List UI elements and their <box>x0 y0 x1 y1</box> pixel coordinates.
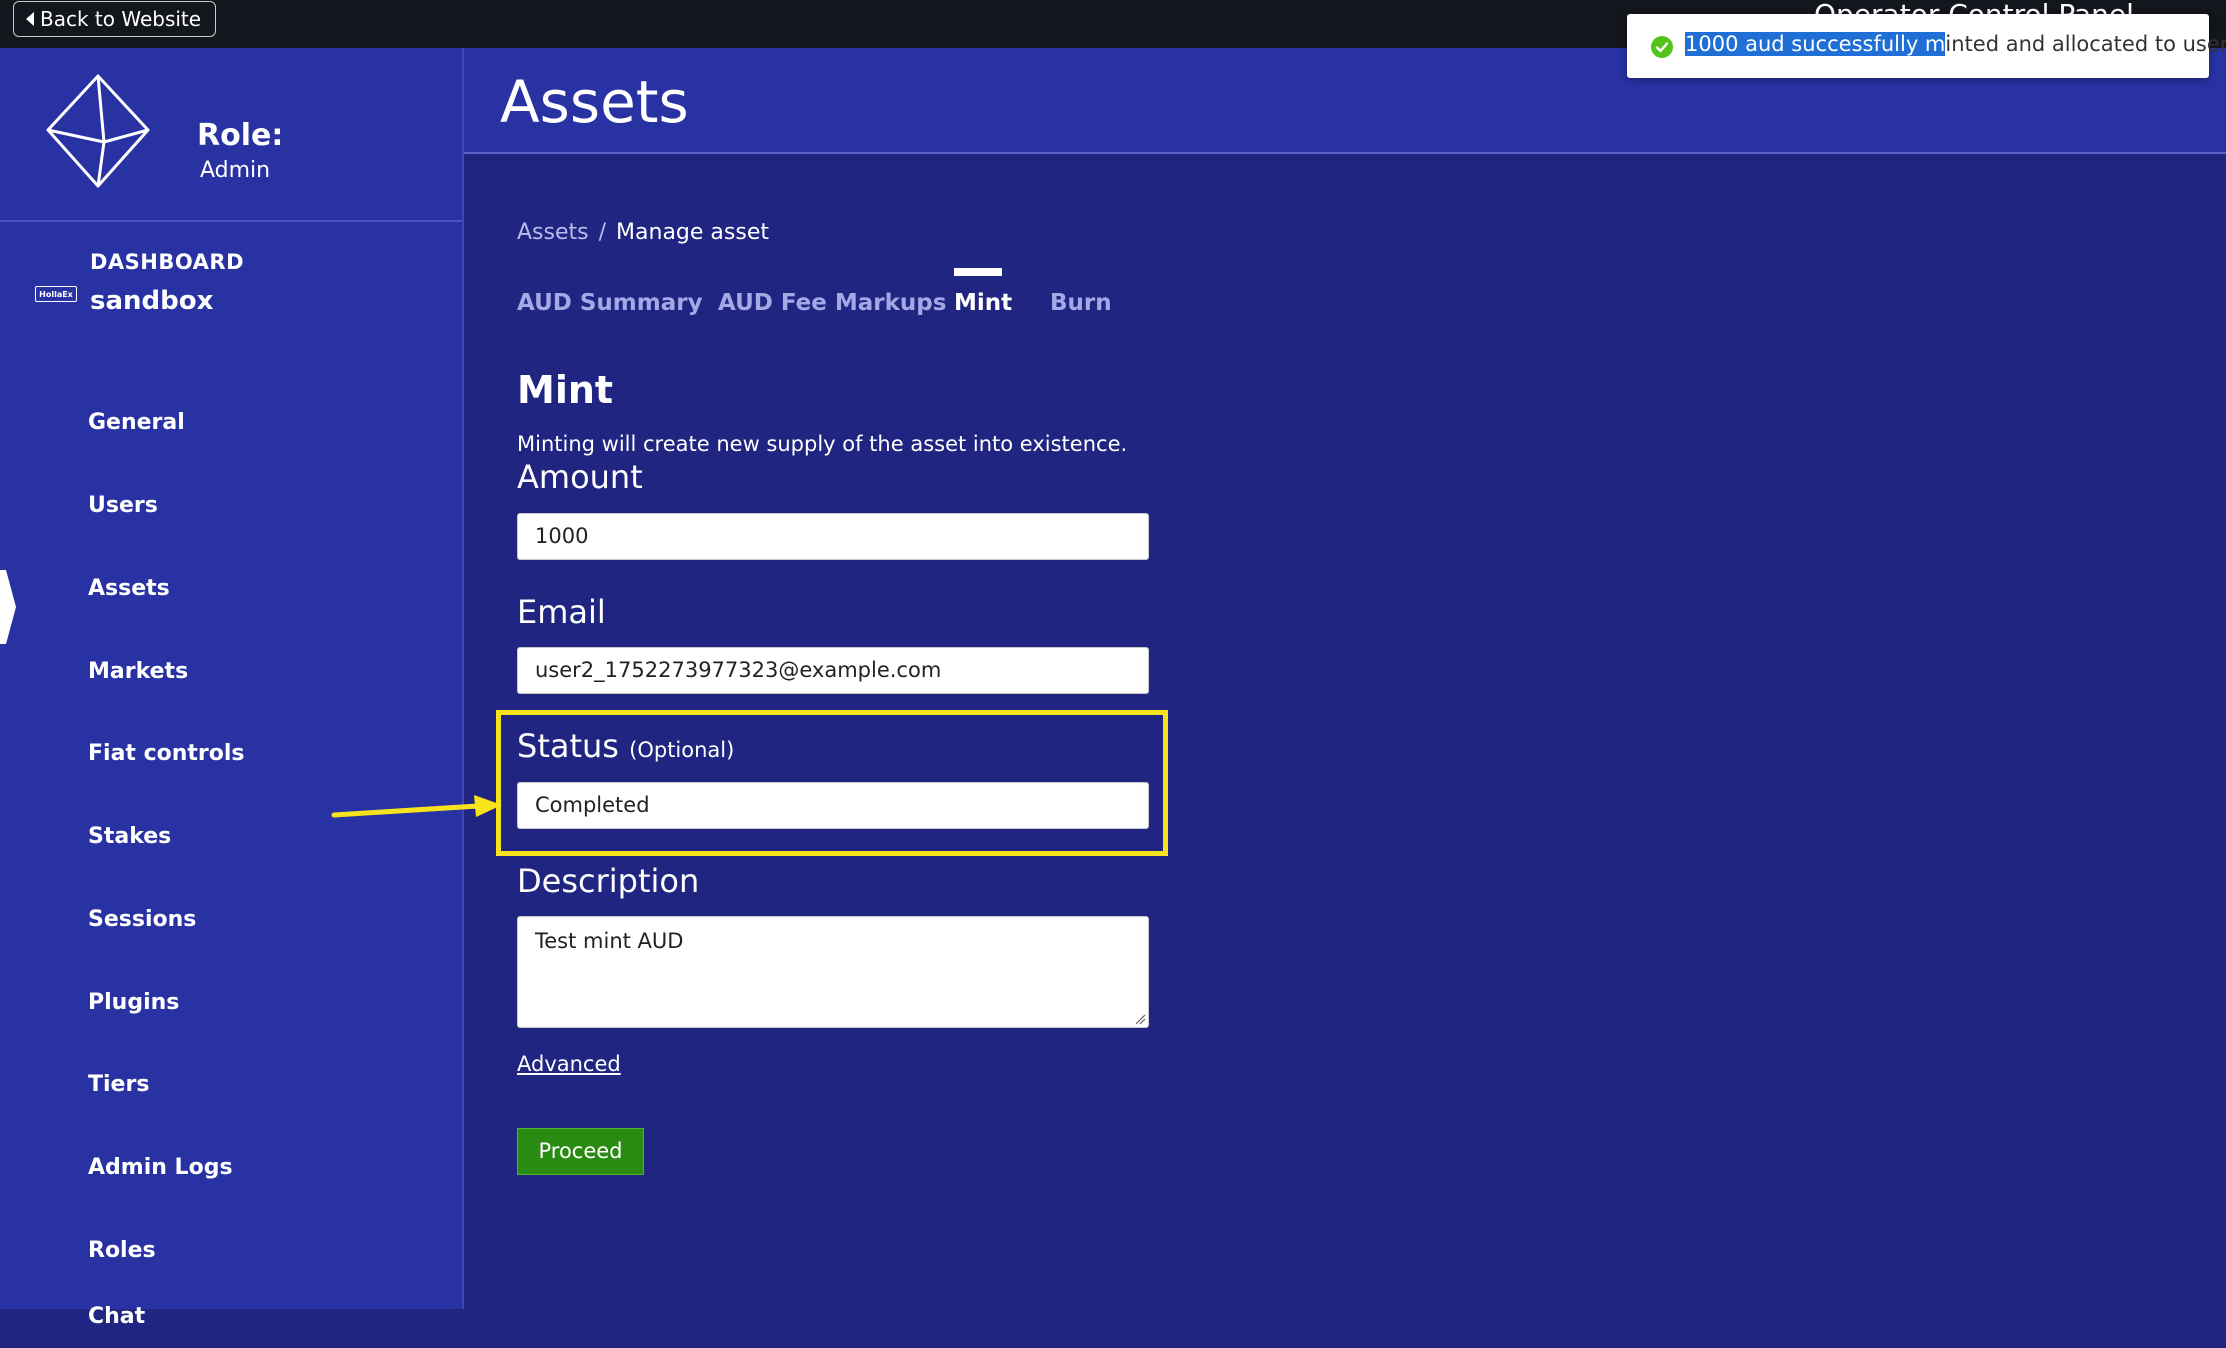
back-to-website-label: Back to Website <box>40 7 202 31</box>
breadcrumb: Assets / Manage asset <box>517 220 769 245</box>
page-title: Assets <box>500 68 689 136</box>
sidebar-item-label: Stakes <box>88 824 172 849</box>
sidebar-item-chat[interactable]: Chat <box>0 1288 460 1348</box>
section-title: Mint <box>517 368 614 412</box>
tab-mint[interactable]: Mint <box>954 290 1012 316</box>
sidebar-item-plugins[interactable]: Plugins <box>0 974 460 1034</box>
section-description: Minting will create new supply of the as… <box>517 432 1128 456</box>
toast-message-selected: 1000 aud successfully m <box>1685 32 1946 56</box>
tab-aud-summary[interactable]: AUD Summary <box>517 290 703 316</box>
toast-message: 1000 aud successfully minted and allocat… <box>1685 32 2226 56</box>
tab-burn[interactable]: Burn <box>1050 290 1112 316</box>
breadcrumb-current: Manage asset <box>616 220 769 245</box>
sidebar-item-label: Assets <box>88 576 170 601</box>
caret-left-icon <box>26 12 34 26</box>
logo-icon <box>46 74 150 188</box>
resize-handle-icon[interactable] <box>1134 1013 1146 1025</box>
amount-label: Amount <box>517 458 643 496</box>
sidebar-item-tiers[interactable]: Tiers <box>0 1056 460 1116</box>
amount-input[interactable]: 1000 <box>517 513 1149 560</box>
breadcrumb-separator: / <box>598 220 607 245</box>
dashboard-link[interactable]: HollaEx DASHBOARD sandbox <box>0 246 462 336</box>
sidebar-item-label: Admin Logs <box>88 1155 233 1180</box>
email-input[interactable]: user2_1752273977323@example.com <box>517 647 1149 694</box>
description-value: Test mint AUD <box>535 929 684 953</box>
operator-panel-title: Operator Control Panel <box>1814 0 2134 14</box>
tab-aud-fee-markups[interactable]: AUD Fee Markups <box>718 290 946 316</box>
sidebar-item-label: Users <box>88 493 158 518</box>
sidebar-item-label: Markets <box>88 659 189 684</box>
toast-message-rest: inted and allocated to user <box>1945 32 2226 56</box>
sidebar-item-sessions[interactable]: Sessions <box>0 891 460 951</box>
sidebar-item-label: Sessions <box>88 907 197 932</box>
breadcrumb-assets-link[interactable]: Assets <box>517 220 589 245</box>
role-value: Admin <box>200 158 271 183</box>
sidebar-item-fiat-controls[interactable]: Fiat controls <box>0 725 460 785</box>
sidebar-item-general[interactable]: General <box>0 394 460 454</box>
check-circle-icon <box>1651 36 1673 58</box>
proceed-button[interactable]: Proceed <box>517 1128 644 1175</box>
sidebar-item-admin-logs[interactable]: Admin Logs <box>0 1139 460 1199</box>
dashboard-exchange-name: sandbox <box>90 286 214 316</box>
advanced-link[interactable]: Advanced <box>517 1052 621 1076</box>
sidebar-item-label: General <box>88 410 185 435</box>
sidebar-item-assets[interactable]: Assets <box>0 560 460 620</box>
email-label: Email <box>517 593 606 631</box>
active-tab-indicator <box>954 268 1002 276</box>
sidebar-header: Role: Admin <box>0 48 462 222</box>
description-label: Description <box>517 862 700 900</box>
sidebar-item-markets[interactable]: Markets <box>0 643 460 703</box>
annotation-arrow-icon <box>331 795 502 818</box>
success-toast: 1000 aud successfully minted and allocat… <box>1627 14 2226 78</box>
sidebar: Role: Admin HollaEx DASHBOARD sandbox Ge… <box>0 48 464 1329</box>
sidebar-item-roles[interactable]: Roles <box>0 1222 460 1282</box>
sidebar-item-label: Tiers <box>88 1072 150 1097</box>
dashboard-title: DASHBOARD <box>90 250 245 274</box>
sidebar-item-users[interactable]: Users <box>0 477 460 537</box>
role-title: Role: <box>197 118 284 153</box>
sidebar-item-label: Chat <box>88 1304 146 1329</box>
description-textarea[interactable]: Test mint AUD <box>517 916 1149 1028</box>
sidebar-item-label: Roles <box>88 1238 156 1263</box>
status-highlight-annotation <box>496 710 1168 856</box>
back-to-website-button[interactable]: Back to Website <box>13 1 217 37</box>
sidebar-item-label: Fiat controls <box>88 741 245 766</box>
sidebar-item-label: Plugins <box>88 990 180 1015</box>
hollaex-badge-icon: HollaEx <box>35 286 77 302</box>
